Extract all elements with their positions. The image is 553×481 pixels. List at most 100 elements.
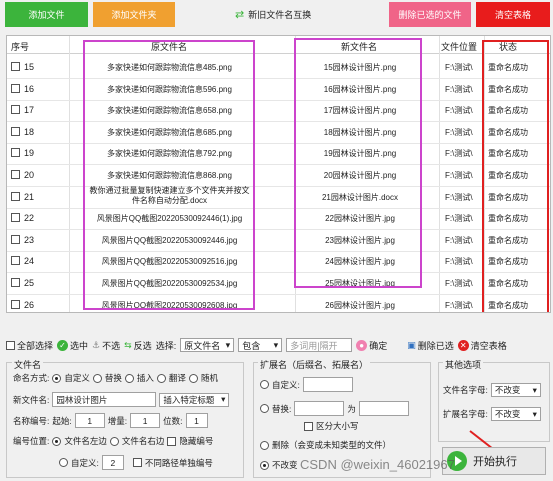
row-location: F:\测试\	[445, 192, 473, 202]
swap-names-button[interactable]: ⇄ 新旧文件名互换	[235, 2, 330, 27]
check-icon: ✓	[57, 339, 69, 351]
naming-option-label: 翻译	[168, 373, 186, 383]
field-select-value: 原文件名	[184, 340, 221, 351]
invert-button[interactable]: ⇆ 反选	[124, 339, 152, 352]
filename-panel-title: 文件名	[12, 358, 44, 371]
clear-table-button[interactable]: 清空表格	[476, 2, 550, 27]
file-table: 序号 原文件名 新文件名 文件位置 状态 15 多家快递如何跟踪物流信息485.p…	[6, 35, 551, 313]
ext-delete-radio[interactable]	[260, 440, 269, 450]
match-select-value: 包含	[242, 340, 261, 351]
row-checkbox[interactable]	[11, 170, 20, 179]
row-checkbox[interactable]	[11, 105, 20, 115]
keyword-input[interactable]: 多词用|隔开	[286, 338, 353, 352]
chevron-down-icon: ▾	[532, 408, 537, 419]
digits-input[interactable]: 1	[185, 413, 208, 428]
chevron-down-icon: ▾	[532, 384, 537, 395]
newname-row: 新文件名: 园林设计图片 插入特定标题 ▾	[13, 392, 230, 407]
ext-delete-label: 删除（会变成未知类型的文件）	[272, 440, 392, 450]
filename-case-select[interactable]: 不改变 ▾	[490, 383, 541, 397]
original-name-highlight	[83, 40, 255, 310]
pos-custom-radio[interactable]	[59, 458, 68, 467]
row-checkbox[interactable]	[11, 83, 20, 93]
row-checkbox[interactable]	[11, 62, 20, 71]
row-checkbox[interactable]	[11, 256, 20, 266]
swap-names-label: 新旧文件名互换	[248, 10, 312, 20]
add-file-button[interactable]: 添加文件	[5, 2, 88, 27]
ext-case-select[interactable]: 不改变 ▾	[490, 407, 541, 421]
row-checkbox[interactable]	[11, 234, 20, 244]
increment-input[interactable]: 1	[130, 413, 161, 428]
case-row: 区分大小写	[304, 420, 359, 432]
ext-unchanged-label: 不改变	[272, 460, 298, 470]
add-folder-button[interactable]: 添加文件夹	[93, 2, 175, 27]
select-all-checkbox[interactable]: 全部选择	[6, 339, 53, 352]
naming-replace-radio[interactable]	[92, 373, 102, 383]
select-button[interactable]: ✓ 选中	[57, 339, 88, 352]
naming-custom-radio[interactable]	[52, 373, 62, 383]
start-label: 起始:	[52, 415, 72, 426]
case-sensitive-checkbox[interactable]	[304, 421, 313, 431]
close-icon: ✕	[457, 339, 469, 351]
custom-pos-row: 自定义: 2 不同路径单独编号	[59, 455, 213, 470]
new-name-highlight	[294, 38, 422, 288]
row-index: 22	[24, 213, 35, 224]
select-all-label: 全部选择	[17, 340, 54, 351]
row-location: F:\测试\	[445, 300, 473, 310]
chevron-down-icon: ▾	[221, 394, 226, 404]
naming-random-radio[interactable]	[188, 373, 198, 383]
hide-number-checkbox[interactable]	[167, 436, 177, 446]
ext-replace-to-input[interactable]	[358, 401, 409, 416]
unselect-button[interactable]: ⚓ 不选	[92, 339, 120, 352]
delete-selected-label: 删除已选	[417, 340, 454, 351]
naming-translate-radio[interactable]	[156, 373, 166, 383]
row-checkbox[interactable]	[11, 191, 20, 201]
delete-selected-small-button[interactable]: ▣ 删除已选	[407, 339, 454, 352]
row-new-name: 26园林设计图片.jpg	[325, 300, 395, 310]
delete-selected-button[interactable]: 删除已选的文件	[389, 2, 471, 27]
ext-replace-radio[interactable]	[260, 404, 269, 413]
ext-custom-input[interactable]	[302, 377, 353, 392]
filename-case-value: 不改变	[494, 385, 521, 395]
select-label: 选中	[70, 340, 89, 351]
chevron-down-icon: ▾	[225, 339, 231, 350]
hide-number-label: 隐藏编号	[179, 436, 214, 446]
row-checkbox[interactable]	[11, 278, 20, 287]
naming-option-label: 替换	[104, 373, 122, 383]
ext-custom-radio[interactable]	[260, 380, 269, 389]
row-index: 18	[24, 126, 35, 137]
match-select[interactable]: 包含 ▾	[238, 338, 283, 352]
row-index: 21	[24, 191, 35, 202]
naming-insert-radio[interactable]	[124, 373, 134, 383]
pos-left-label: 文件名左边	[64, 436, 107, 446]
different-path-label: 不同路径单独编号	[144, 457, 213, 468]
insert-title-select[interactable]: 插入特定标题 ▾	[159, 392, 230, 407]
clear-table-small-button[interactable]: ✕ 清空表格	[457, 339, 507, 352]
status-highlight	[482, 40, 549, 312]
row-checkbox[interactable]	[11, 148, 20, 158]
row-index: 19	[24, 148, 35, 159]
pos-left-radio[interactable]	[52, 436, 62, 446]
ext-replace-from-input[interactable]	[294, 401, 345, 416]
pos-right-label: 文件名右边	[121, 436, 165, 446]
field-select[interactable]: 原文件名 ▾	[180, 338, 235, 352]
start-input[interactable]: 1	[74, 413, 105, 428]
numbering-label: 名称编号:	[13, 415, 50, 426]
ext-unchanged-radio[interactable]	[260, 460, 269, 470]
numbering-row: 名称编号: 起始: 1 增量: 1 位数: 1	[13, 413, 208, 428]
row-index: 26	[24, 299, 35, 310]
different-path-checkbox[interactable]	[132, 458, 142, 467]
row-checkbox[interactable]	[11, 126, 20, 136]
col-index[interactable]: 序号	[11, 40, 29, 53]
row-checkbox[interactable]	[11, 299, 20, 309]
ext-case-label: 扩展名字母:	[443, 409, 488, 419]
pos-custom-input[interactable]: 2	[101, 455, 124, 470]
confirm-button[interactable]: ● 确定	[356, 339, 387, 352]
col-location[interactable]: 文件位置	[441, 40, 477, 53]
ext-replace-label: 替换:	[272, 403, 292, 414]
newname-input[interactable]: 园林设计图片	[52, 392, 157, 407]
row-checkbox[interactable]	[11, 213, 20, 223]
start-button[interactable]: 开始执行	[442, 447, 546, 475]
pos-right-radio[interactable]	[109, 436, 119, 446]
delete-icon: ▣	[407, 339, 416, 350]
digits-label: 位数:	[163, 415, 183, 426]
